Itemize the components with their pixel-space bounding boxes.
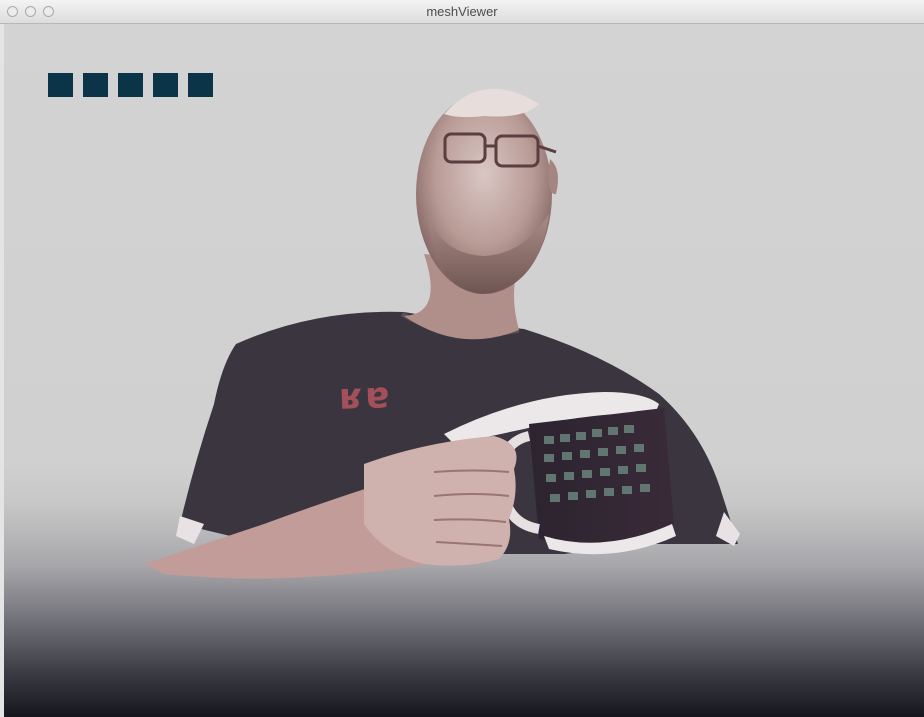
point-cloud-mesh [144,88,740,579]
mesh-viewport[interactable]: ʁɐ [4,24,924,717]
bald-top [444,88,539,118]
window-title: meshViewer [426,4,498,19]
title-bar[interactable]: meshViewer [0,0,924,24]
shirt-print: ʁɐ [339,375,393,418]
app-window: meshViewer ʁɐ [0,0,924,717]
